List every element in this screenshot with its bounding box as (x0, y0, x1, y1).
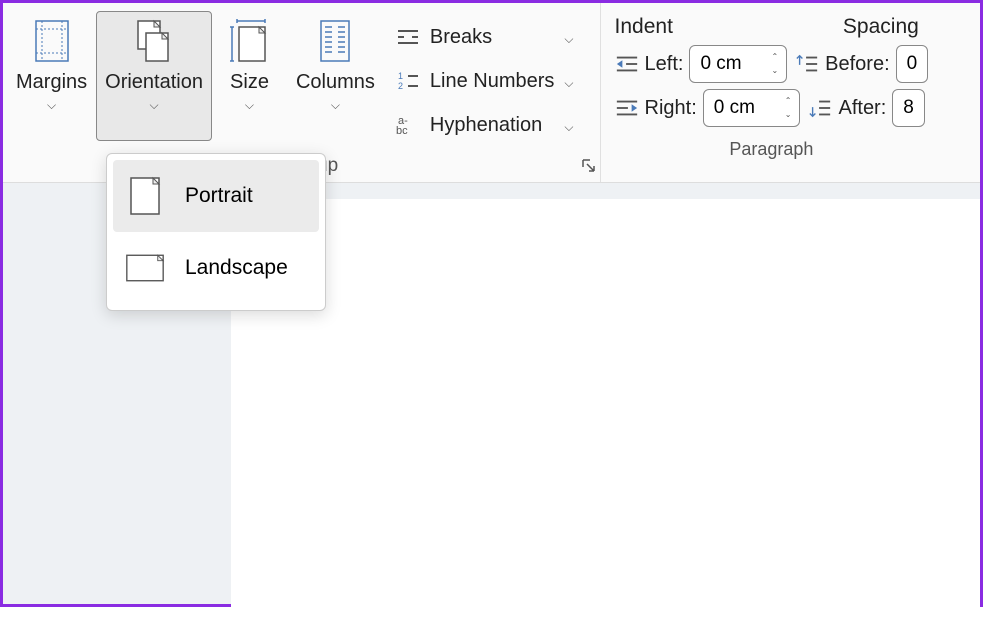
breaks-icon (396, 25, 420, 49)
paragraph-group: Indent Spacing Left: (601, 3, 943, 182)
svg-text:bc: bc (396, 125, 408, 136)
spacing-after-group: After: 8 (808, 89, 924, 127)
chevron-down-icon: ⌵ (150, 98, 159, 113)
document-page[interactable] (231, 199, 980, 620)
chevron-down-icon: ⌵ (564, 32, 573, 47)
indent-header: Indent (615, 15, 673, 39)
spacing-header: Spacing (843, 15, 919, 39)
breaks-button[interactable]: Breaks ⌵ (388, 15, 582, 59)
indent-left-value: 0 cm (690, 49, 762, 79)
portrait-icon (125, 174, 165, 218)
indent-right-group: Right: 0 cm ⌃ ⌄ (615, 89, 801, 127)
hyphenation-button[interactable]: a- bc Hyphenation ⌵ (388, 103, 582, 147)
spacing-before-input[interactable]: 0 (896, 45, 929, 83)
before-label: Before: (825, 53, 889, 76)
indent-left-group: Left: 0 cm ⌃ ⌄ (615, 45, 788, 83)
page-setup-small-buttons: Breaks ⌵ 1 2 Line Numbers ⌵ (384, 11, 586, 151)
indent-left-icon (615, 52, 639, 76)
indent-right-icon (615, 96, 639, 120)
chevron-down-icon: ⌵ (564, 76, 573, 91)
chevron-down-icon: ⌵ (245, 98, 254, 113)
columns-icon (319, 18, 351, 64)
spin-up-button[interactable]: ⌃ (781, 94, 796, 108)
indent-right-value: 0 cm (704, 93, 776, 123)
landscape-icon (125, 246, 165, 290)
margins-label: Margins (16, 70, 87, 94)
svg-text:1: 1 (398, 71, 403, 81)
indent-left-input[interactable]: 0 cm ⌃ ⌄ (689, 45, 787, 83)
line-numbers-button[interactable]: 1 2 Line Numbers ⌵ (388, 59, 582, 103)
size-icon (227, 18, 271, 64)
page-setup-dialog-launcher[interactable] (582, 159, 596, 176)
orientation-icon (132, 18, 176, 64)
spacing-before-icon (795, 52, 819, 76)
paragraph-group-label: Paragraph (729, 137, 813, 162)
spin-up-button[interactable]: ⌃ (767, 50, 782, 64)
margins-button[interactable]: Margins ⌵ (7, 11, 96, 141)
right-label: Right: (645, 97, 697, 120)
indent-right-input[interactable]: 0 cm ⌃ ⌄ (703, 89, 801, 127)
orientation-dropdown: Portrait Landscape (106, 153, 326, 311)
landscape-label: Landscape (185, 256, 288, 280)
spacing-after-input[interactable]: 8 (892, 89, 925, 127)
svg-text:2: 2 (398, 81, 403, 91)
line-numbers-label: Line Numbers (430, 70, 555, 93)
portrait-label: Portrait (185, 184, 253, 208)
paragraph-items: Indent Spacing Left: (605, 11, 939, 137)
hyphenation-icon: a- bc (396, 113, 420, 137)
columns-label: Columns (296, 70, 375, 94)
spacing-after-icon (808, 96, 832, 120)
size-label: Size (230, 70, 269, 94)
line-numbers-icon: 1 2 (396, 69, 420, 93)
spacing-before-group: Before: 0 (795, 45, 928, 83)
chevron-down-icon: ⌵ (47, 98, 56, 113)
columns-button[interactable]: Columns ⌵ (287, 11, 384, 141)
ribbon: Margins ⌵ Orientation ⌵ (3, 3, 980, 183)
size-button[interactable]: Size ⌵ (212, 11, 287, 141)
left-label: Left: (645, 53, 684, 76)
spacing-after-value: 8 (893, 93, 924, 123)
chevron-down-icon: ⌵ (331, 98, 340, 113)
orientation-landscape-item[interactable]: Landscape (113, 232, 319, 304)
margins-icon (32, 18, 72, 64)
spin-down-button[interactable]: ⌄ (781, 108, 796, 122)
spacing-before-value: 0 (897, 49, 928, 79)
spin-down-button[interactable]: ⌄ (767, 64, 782, 78)
hyphenation-label: Hyphenation (430, 114, 542, 137)
after-label: After: (838, 97, 886, 120)
orientation-label: Orientation (105, 70, 203, 94)
orientation-portrait-item[interactable]: Portrait (113, 160, 319, 232)
orientation-button[interactable]: Orientation ⌵ (96, 11, 212, 141)
breaks-label: Breaks (430, 26, 492, 49)
chevron-down-icon: ⌵ (564, 120, 573, 135)
